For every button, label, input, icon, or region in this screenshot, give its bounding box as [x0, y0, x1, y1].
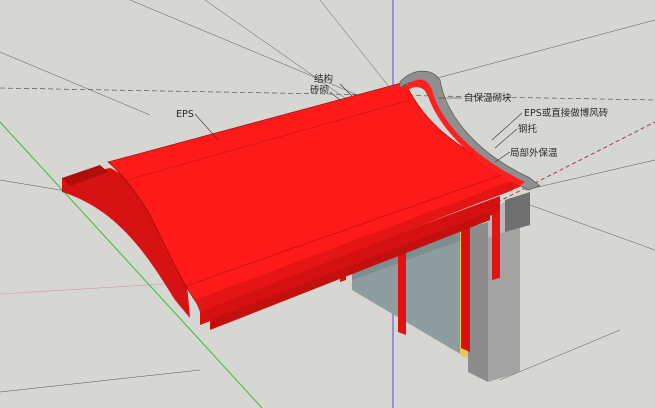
- guide-line: [429, 19, 655, 81]
- leader-local-insulation: [494, 151, 511, 163]
- callout-masonry: 砖砌: [310, 84, 329, 96]
- callout-structure: 结构: [314, 73, 333, 85]
- guide-line: [524, 159, 655, 191]
- callout-local-external-insulation: 局部外保温: [510, 147, 558, 159]
- callout-eps: EPS: [176, 109, 194, 120]
- column: [398, 247, 406, 335]
- callout-steel-bracket: 钢托: [518, 123, 538, 135]
- callout-self-insulation-block: 自保温砌块: [464, 92, 512, 104]
- guide-line: [529, 204, 655, 251]
- 3d-viewport[interactable]: 结构 砖砌 EPS 自保温砌块 EPS或直接做博风砖 钢托 局部外保温: [0, 0, 655, 408]
- column: [461, 225, 470, 352]
- leader-steel-bracket: [494, 128, 518, 149]
- masonry-front: [468, 222, 488, 382]
- guide-line: [0, 51, 151, 116]
- masonry-top-block: [505, 192, 530, 232]
- column: [492, 210, 500, 280]
- guide-line: [0, 369, 201, 393]
- callout-eps-gable-brick: EPS或直接做博风砖: [524, 107, 609, 119]
